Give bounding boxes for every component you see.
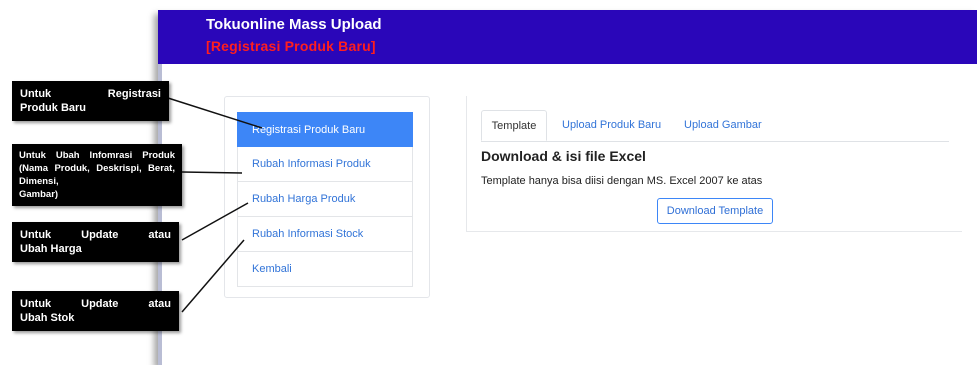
- callout-ubah-stok-line2: Ubah Stok: [20, 312, 75, 324]
- callout-registrasi: Untuk Registrasi Produk Baru: [12, 81, 169, 121]
- callout-ubah-informasi-line1: Untuk Ubah Infomrasi Produk (Nama Produk…: [19, 150, 175, 187]
- connector-line-2: [181, 171, 243, 174]
- connector-line-1: [167, 97, 263, 129]
- callout-ubah-harga-line2: Ubah Harga: [20, 243, 82, 255]
- connector-line-4: [181, 239, 245, 313]
- callout-ubah-stok: Untuk Update atau Ubah Stok: [12, 291, 179, 331]
- callout-ubah-stok-line1: Untuk Update atau: [20, 298, 171, 310]
- callout-ubah-informasi-line2: Gambar): [19, 189, 59, 200]
- callout-registrasi-line1: Untuk Registrasi: [20, 88, 161, 100]
- callout-ubah-informasi: Untuk Ubah Infomrasi Produk (Nama Produk…: [12, 144, 182, 206]
- callout-registrasi-line2: Produk Baru: [20, 102, 87, 114]
- callout-ubah-harga-line1: Untuk Update atau: [20, 229, 171, 241]
- connector-line-3: [181, 202, 249, 241]
- callout-ubah-harga: Untuk Update atau Ubah Harga: [12, 222, 179, 262]
